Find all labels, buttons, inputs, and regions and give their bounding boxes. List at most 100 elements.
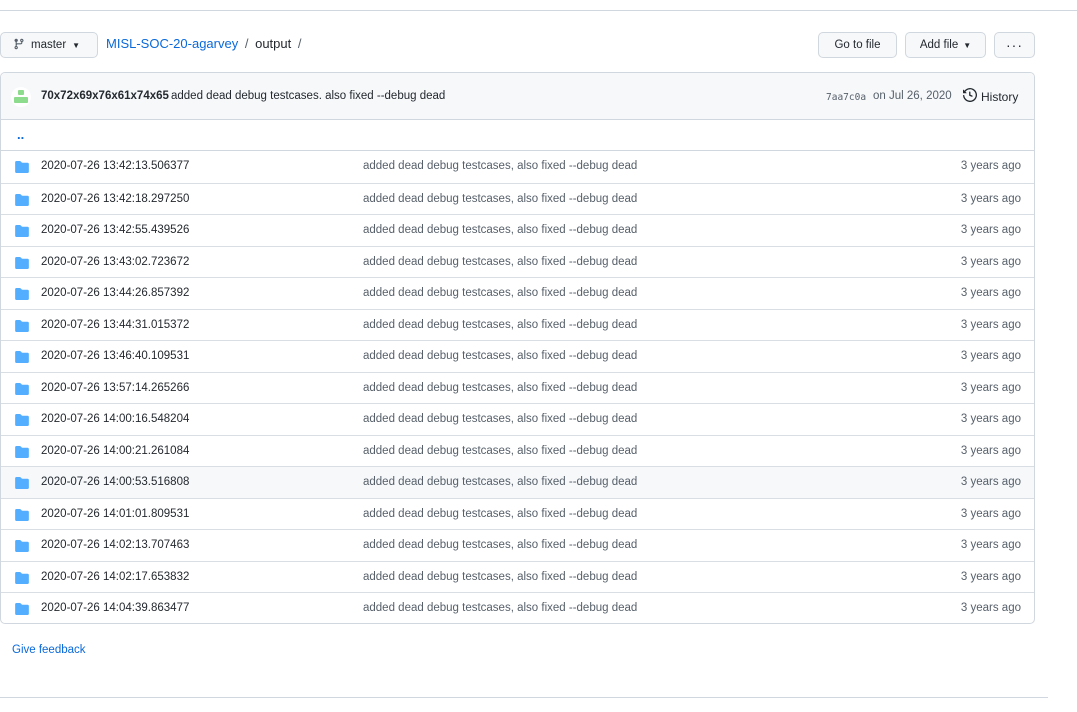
table-row[interactable]: 2020-07-26 13:46:40.109531 added dead de… <box>1 340 1034 372</box>
go-to-file-button[interactable]: Go to file <box>818 32 897 58</box>
breadcrumb-repo-link[interactable]: MISL-SOC-20-agarvey <box>106 36 238 51</box>
file-commit-message-link[interactable]: added dead debug testcases, also fixed -… <box>363 445 637 457</box>
file-name-link[interactable]: 2020-07-26 14:00:16.548204 <box>41 413 189 425</box>
file-name-link[interactable]: 2020-07-26 13:44:31.015372 <box>41 319 189 331</box>
commit-date: on Jul 26, 2020 <box>873 90 952 102</box>
file-navigation: master ▼ MISL-SOC-20-agarvey / output / … <box>0 32 1035 58</box>
folder-icon <box>15 477 29 492</box>
file-name-link[interactable]: 2020-07-26 13:43:02.723672 <box>41 256 189 268</box>
table-row[interactable]: 2020-07-26 14:01:01.809531 added dead de… <box>1 497 1034 530</box>
breadcrumb-separator: / <box>297 36 302 51</box>
table-row[interactable]: 2020-07-26 14:00:21.261084 added dead de… <box>1 434 1034 467</box>
folder-icon <box>15 571 29 587</box>
footer-divider <box>0 697 1048 698</box>
folder-icon <box>15 508 29 524</box>
folder-icon <box>15 351 29 366</box>
file-age: 3 years ago <box>960 255 1021 268</box>
file-age: 3 years ago <box>960 570 1021 583</box>
table-row[interactable]: 2020-07-26 13:42:55.439526 added dead de… <box>1 214 1034 246</box>
table-row[interactable]: 2020-07-26 14:00:16.548204 added dead de… <box>1 403 1034 435</box>
file-age: 3 years ago <box>960 507 1021 520</box>
file-name-link[interactable]: 2020-07-26 14:02:13.707463 <box>41 539 189 551</box>
file-name-link[interactable]: 2020-07-26 13:42:13.506377 <box>41 160 189 172</box>
file-age: 3 years ago <box>960 539 1021 551</box>
folder-icon <box>15 225 29 240</box>
file-commit-message-link[interactable]: added dead debug testcases, also fixed -… <box>363 476 637 488</box>
kebab-horizontal-icon: ··· <box>1006 37 1023 53</box>
file-name-link[interactable]: 2020-07-26 13:57:14.265266 <box>41 382 189 394</box>
table-row[interactable]: 2020-07-26 13:44:26.857392 added dead de… <box>1 277 1034 309</box>
file-name-link[interactable]: 2020-07-26 14:04:39.863477 <box>41 602 189 614</box>
file-commit-message-link[interactable]: added dead debug testcases, also fixed -… <box>363 571 637 583</box>
file-commit-message-link[interactable]: added dead debug testcases, also fixed -… <box>363 287 637 299</box>
file-name-link[interactable]: 2020-07-26 14:00:53.516808 <box>41 476 189 488</box>
commit-author-link[interactable]: 70x72x69x76x61x74x65 <box>41 90 169 102</box>
more-options-button[interactable]: ··· <box>994 32 1035 58</box>
history-icon <box>963 87 981 105</box>
file-name-link[interactable]: 2020-07-26 13:46:40.109531 <box>41 350 189 362</box>
commit-sha-link[interactable]: 7aa7c0a <box>826 92 866 103</box>
file-age: 3 years ago <box>960 192 1021 205</box>
file-age: 3 years ago <box>960 287 1021 299</box>
file-name-link[interactable]: 2020-07-26 13:42:18.297250 <box>41 193 189 205</box>
folder-icon <box>15 256 29 272</box>
file-name-link[interactable]: 2020-07-26 14:00:21.261084 <box>41 445 189 457</box>
file-age: 3 years ago <box>960 413 1021 425</box>
folder-icon <box>15 193 29 209</box>
file-rows: 2020-07-26 13:42:13.506377 added dead de… <box>1 151 1034 623</box>
branch-name: master <box>31 39 67 51</box>
table-row[interactable]: 2020-07-26 14:02:13.707463 added dead de… <box>1 529 1034 561</box>
table-row[interactable]: 2020-07-26 13:42:13.506377 added dead de… <box>1 151 1034 183</box>
give-feedback-link[interactable]: Give feedback <box>12 644 86 656</box>
git-branch-icon <box>13 38 31 53</box>
file-commit-message-link[interactable]: added dead debug testcases, also fixed -… <box>363 413 637 425</box>
table-row[interactable]: 2020-07-26 14:00:53.516808 added dead de… <box>1 466 1034 498</box>
table-row[interactable]: 2020-07-26 14:02:17.653832 added dead de… <box>1 560 1034 593</box>
folder-icon <box>15 161 29 176</box>
file-age: 3 years ago <box>960 350 1021 362</box>
commit-message-link[interactable]: added dead debug testcases. also fixed -… <box>171 90 445 102</box>
go-to-file-label: Go to file <box>834 39 881 51</box>
file-commit-message-link[interactable]: added dead debug testcases, also fixed -… <box>363 539 637 551</box>
folder-icon <box>15 319 29 335</box>
file-name-link[interactable]: 2020-07-26 13:42:55.439526 <box>41 224 189 236</box>
table-row[interactable]: 2020-07-26 13:57:14.265266 added dead de… <box>1 371 1034 404</box>
file-commit-message-link[interactable]: added dead debug testcases, also fixed -… <box>363 160 637 172</box>
history-label: History <box>981 89 1019 104</box>
file-age: 3 years ago <box>960 476 1021 488</box>
branch-selector-button[interactable]: master ▼ <box>0 32 98 58</box>
file-age: 3 years ago <box>960 381 1021 394</box>
file-commit-message-link[interactable]: added dead debug testcases, also fixed -… <box>363 193 637 205</box>
breadcrumb-separator: / <box>244 36 249 51</box>
file-name-link[interactable]: 2020-07-26 14:02:17.653832 <box>41 571 189 583</box>
table-row[interactable]: 2020-07-26 13:44:31.015372 added dead de… <box>1 308 1034 341</box>
folder-icon <box>15 603 29 618</box>
table-row[interactable]: 2020-07-26 13:43:02.723672 added dead de… <box>1 245 1034 278</box>
file-commit-message-link[interactable]: added dead debug testcases, also fixed -… <box>363 350 637 362</box>
file-list-box: 70x72x69x76x61x74x65 added dead debug te… <box>0 72 1035 624</box>
file-commit-message-link[interactable]: added dead debug testcases, also fixed -… <box>363 382 637 394</box>
breadcrumb: MISL-SOC-20-agarvey / output / <box>106 36 305 51</box>
add-file-button[interactable]: Add file ▼ <box>905 32 986 58</box>
file-commit-message-link[interactable]: added dead debug testcases, also fixed -… <box>363 256 637 268</box>
parent-directory-link[interactable]: .. <box>17 127 24 142</box>
folder-icon <box>15 445 29 461</box>
caret-down-icon: ▼ <box>72 40 81 50</box>
file-name-link[interactable]: 2020-07-26 14:01:01.809531 <box>41 508 189 520</box>
top-divider <box>0 0 1077 11</box>
file-commit-message-link[interactable]: added dead debug testcases, also fixed -… <box>363 319 637 331</box>
history-link[interactable]: History <box>963 87 1019 105</box>
folder-icon <box>15 288 29 303</box>
add-file-label: Add file <box>919 39 959 51</box>
file-age: 3 years ago <box>960 602 1021 614</box>
file-commit-message-link[interactable]: added dead debug testcases, also fixed -… <box>363 602 637 614</box>
file-commit-message-link[interactable]: added dead debug testcases, also fixed -… <box>363 224 637 236</box>
table-row[interactable]: 2020-07-26 13:42:18.297250 added dead de… <box>1 182 1034 215</box>
file-age: 3 years ago <box>960 224 1021 236</box>
parent-directory-row: .. <box>1 119 1034 151</box>
table-row[interactable]: 2020-07-26 14:04:39.863477 added dead de… <box>1 592 1034 623</box>
file-name-link[interactable]: 2020-07-26 13:44:26.857392 <box>41 287 189 299</box>
avatar[interactable] <box>11 87 31 107</box>
file-commit-message-link[interactable]: added dead debug testcases, also fixed -… <box>363 508 637 520</box>
caret-down-icon: ▼ <box>963 40 972 50</box>
